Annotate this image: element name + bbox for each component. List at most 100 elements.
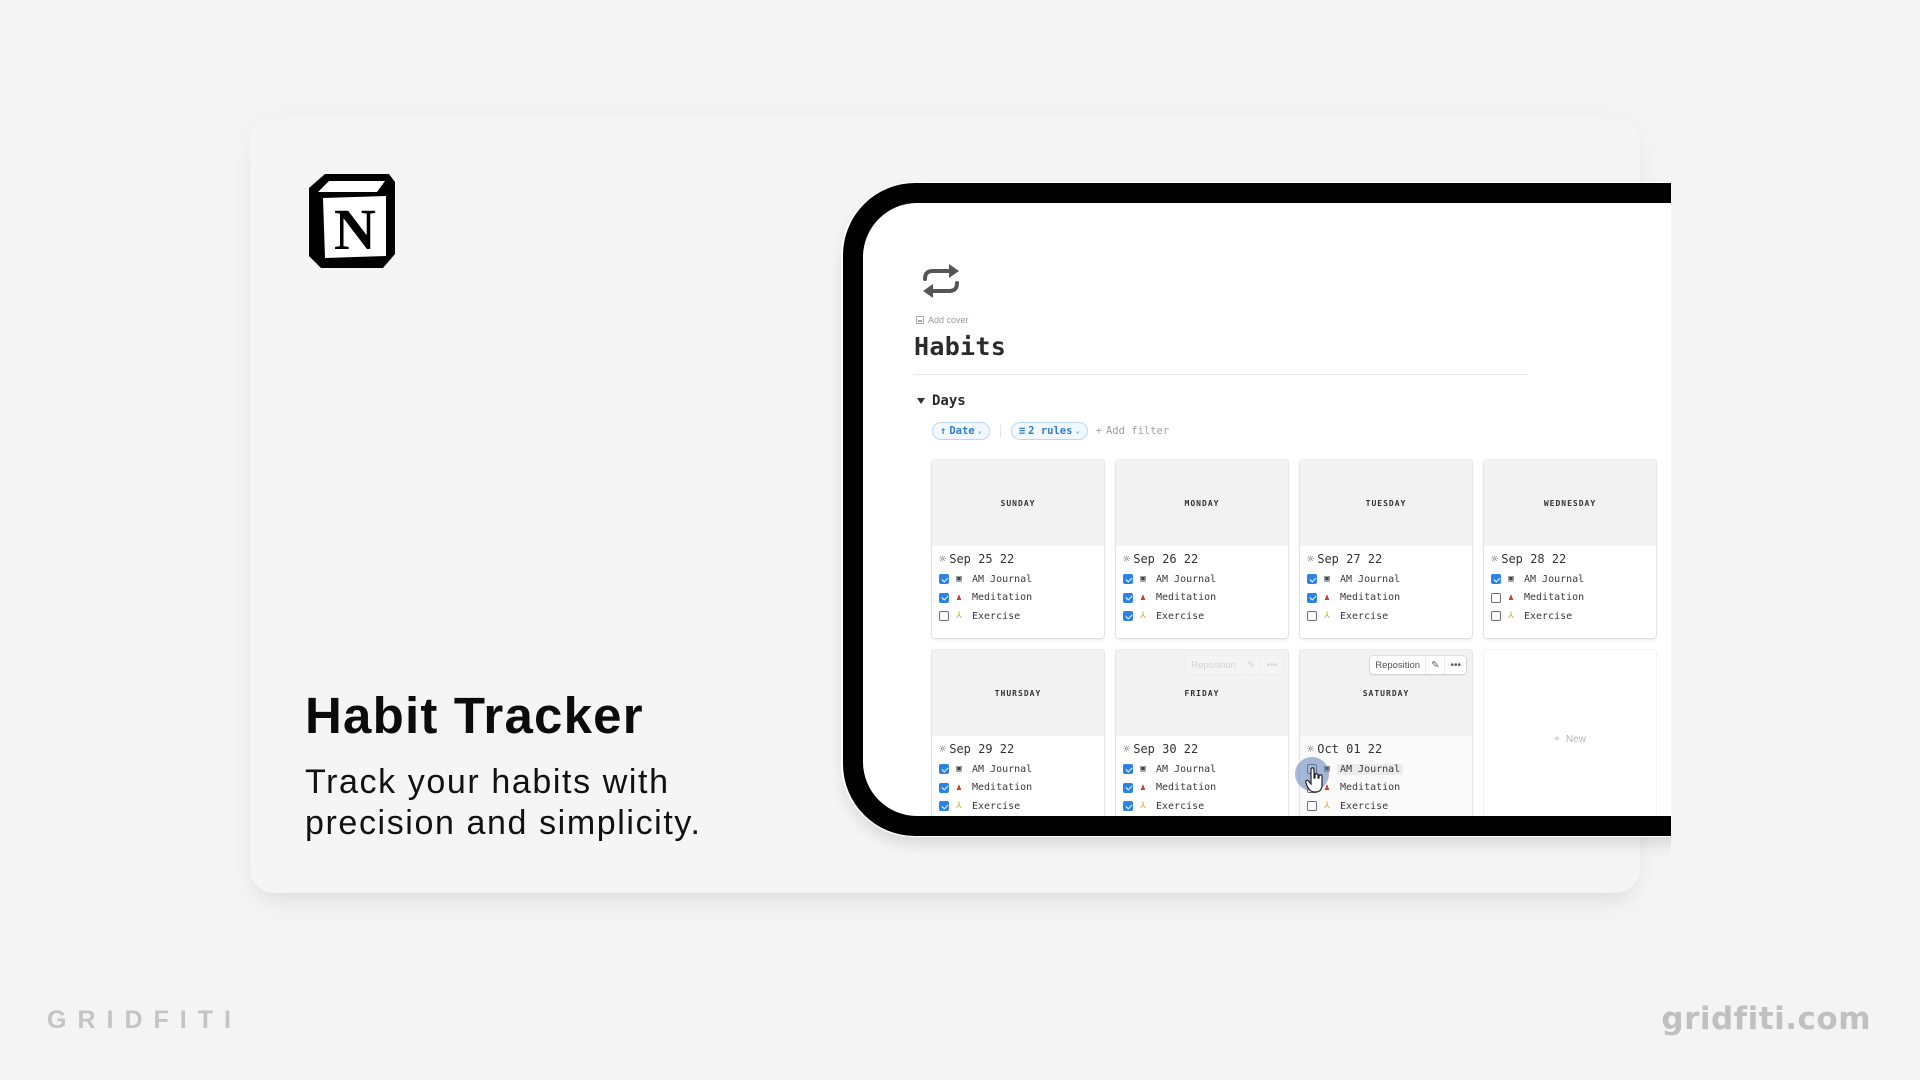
habit-checkbox[interactable] [939, 574, 949, 585]
meditation-icon: ♟ [1324, 592, 1330, 603]
chevron-down-icon: ⌄ [1075, 427, 1080, 435]
sun-icon: ☼ [1307, 742, 1315, 756]
habit-checkbox[interactable] [939, 592, 949, 603]
card-title[interactable]: ☼ Sep 28 22 [1491, 552, 1649, 566]
add-filter-button[interactable]: + Add filter [1096, 425, 1170, 437]
hero-title: Habit Tracker [305, 687, 644, 744]
card-title[interactable]: ☼ Sep 30 22 [1123, 742, 1281, 756]
habit-checkbox[interactable] [1123, 782, 1133, 793]
habit-item: ▣ AM Journal [1123, 760, 1281, 779]
habit-checkbox[interactable] [939, 782, 949, 793]
meditation-icon: ♟ [956, 592, 962, 603]
database-toggle[interactable]: Days [917, 393, 966, 409]
gallery-view: SUNDAY ☼ Sep 25 22 ▣ AM Journal ♟ Medita… [932, 460, 1656, 816]
habit-checkbox[interactable] [1123, 611, 1133, 622]
gallery-card[interactable]: SUNDAY ☼ Sep 25 22 ▣ AM Journal ♟ Medita… [932, 460, 1104, 638]
habit-item: ♟ Meditation [939, 779, 1097, 798]
habit-item: ⅄ Exercise [1307, 797, 1465, 816]
card-cover: TUESDAY [1300, 460, 1472, 546]
habit-item: ♟ Meditation [1307, 779, 1465, 798]
habit-label: Meditation [1156, 782, 1217, 794]
gallery-card[interactable]: FRIDAY Reposition ✎ ••• ☼ Sep 30 22 ▣ AM… [1116, 650, 1288, 816]
card-title[interactable]: ☼ Sep 25 22 [939, 552, 1097, 566]
card-cover: THURSDAY [932, 650, 1104, 736]
database-title[interactable]: Days [932, 393, 966, 409]
habit-checkbox[interactable] [1123, 801, 1133, 812]
gallery-card[interactable]: WEDNESDAY ☼ Sep 28 22 ▣ AM Journal ♟ Med… [1484, 460, 1656, 638]
card-date: Sep 26 22 [1133, 552, 1199, 566]
filter-icon: ≡ [1018, 425, 1026, 437]
habit-checkbox[interactable] [1307, 574, 1317, 585]
page-title[interactable]: Habits [914, 332, 1006, 361]
habit-checkbox[interactable] [1491, 611, 1501, 622]
triangle-down-icon[interactable] [917, 398, 925, 404]
card-body: ☼ Sep 28 22 ▣ AM Journal ♟ Meditation ⅄ … [1484, 546, 1656, 626]
sun-icon: ☼ [1307, 552, 1315, 566]
card-date: Sep 30 22 [1133, 742, 1199, 756]
card-title[interactable]: ☼ Sep 27 22 [1307, 552, 1465, 566]
add-cover-label: Add cover [928, 315, 969, 325]
card-date: Sep 27 22 [1317, 552, 1383, 566]
exercise-icon: ⅄ [956, 611, 962, 622]
card-title[interactable]: ☼ Sep 29 22 [939, 742, 1097, 756]
habit-checkbox[interactable] [1307, 611, 1317, 622]
card-title[interactable]: ☼ Sep 26 22 [1123, 552, 1281, 566]
habit-label: AM Journal [1337, 763, 1404, 775]
habit-label: Meditation [1524, 592, 1585, 604]
habit-item: ⅄ Exercise [1491, 607, 1649, 626]
habit-item: ⅄ Exercise [1123, 797, 1281, 816]
habit-item: ♟ Meditation [1491, 589, 1649, 608]
more-button[interactable]: ••• [1260, 656, 1282, 674]
edit-button[interactable]: ✎ [1425, 656, 1444, 674]
habit-item: ⅄ Exercise [939, 607, 1097, 626]
new-card-button[interactable]: + New [1484, 650, 1656, 816]
edit-button[interactable]: ✎ [1241, 656, 1260, 674]
gallery-card[interactable]: TUESDAY ☼ Sep 27 22 ▣ AM Journal ♟ Medit… [1300, 460, 1472, 638]
habit-checkbox[interactable] [1123, 592, 1133, 603]
habit-checkbox[interactable] [939, 801, 949, 812]
habit-checkbox[interactable] [1491, 592, 1501, 603]
sun-icon: ☼ [1123, 742, 1131, 756]
gallery-card[interactable]: SATURDAY Reposition ✎ ••• ☼ Oct 01 22 ▣ … [1300, 650, 1472, 816]
habit-checkbox[interactable] [1307, 592, 1317, 603]
card-title[interactable]: ☼ Oct 01 22 [1307, 742, 1465, 756]
habit-label: Exercise [1156, 610, 1205, 622]
habit-label: AM Journal [1524, 573, 1585, 585]
notion-page: Add cover Habits Days ↑ Date ⌄ ≡ 2 rules… [863, 203, 1671, 816]
add-cover-button[interactable]: Add cover [916, 315, 969, 325]
card-cover: SUNDAY [932, 460, 1104, 546]
pencil-icon: ✎ [1247, 659, 1256, 671]
habit-checkbox[interactable] [939, 764, 949, 775]
reposition-button[interactable]: Reposition [1186, 656, 1241, 674]
gallery-card[interactable]: THURSDAY ☼ Sep 29 22 ▣ AM Journal ♟ Medi… [932, 650, 1104, 816]
arrow-up-icon: ↑ [940, 425, 947, 437]
card-date: Sep 25 22 [949, 552, 1015, 566]
more-button[interactable]: ••• [1444, 656, 1466, 674]
hero-subtitle-line: precision and simplicity. [305, 804, 702, 842]
card-day: SATURDAY [1362, 688, 1410, 698]
habit-label: Meditation [1156, 592, 1217, 604]
svg-text:N: N [334, 197, 376, 262]
sort-chip-label: Date [949, 425, 975, 437]
habit-label: Exercise [1156, 800, 1205, 812]
card-cover: MONDAY [1116, 460, 1288, 546]
repeat-icon[interactable] [919, 263, 963, 299]
habit-checkbox[interactable] [1491, 574, 1501, 585]
habit-item: ▣ AM Journal [1123, 570, 1281, 589]
card-body: ☼ Sep 26 22 ▣ AM Journal ♟ Meditation ⅄ … [1116, 546, 1288, 626]
habit-checkbox[interactable] [939, 611, 949, 622]
habit-checkbox[interactable] [1123, 764, 1133, 775]
habit-item: ⅄ Exercise [1307, 607, 1465, 626]
sort-chip[interactable]: ↑ Date ⌄ [932, 422, 990, 440]
habit-checkbox[interactable] [1307, 801, 1317, 812]
sun-icon: ☼ [1491, 552, 1499, 566]
image-icon [916, 316, 924, 324]
gallery-card[interactable]: MONDAY ☼ Sep 26 22 ▣ AM Journal ♟ Medita… [1116, 460, 1288, 638]
exercise-icon: ⅄ [1508, 611, 1514, 622]
more-icon: ••• [1450, 659, 1461, 671]
habit-label: Exercise [972, 610, 1021, 622]
habit-checkbox[interactable] [1123, 574, 1133, 585]
reposition-button[interactable]: Reposition [1370, 656, 1425, 674]
filter-chip[interactable]: ≡ 2 rules ⌄ [1010, 422, 1088, 440]
habit-item: ▣ AM Journal [1491, 570, 1649, 589]
